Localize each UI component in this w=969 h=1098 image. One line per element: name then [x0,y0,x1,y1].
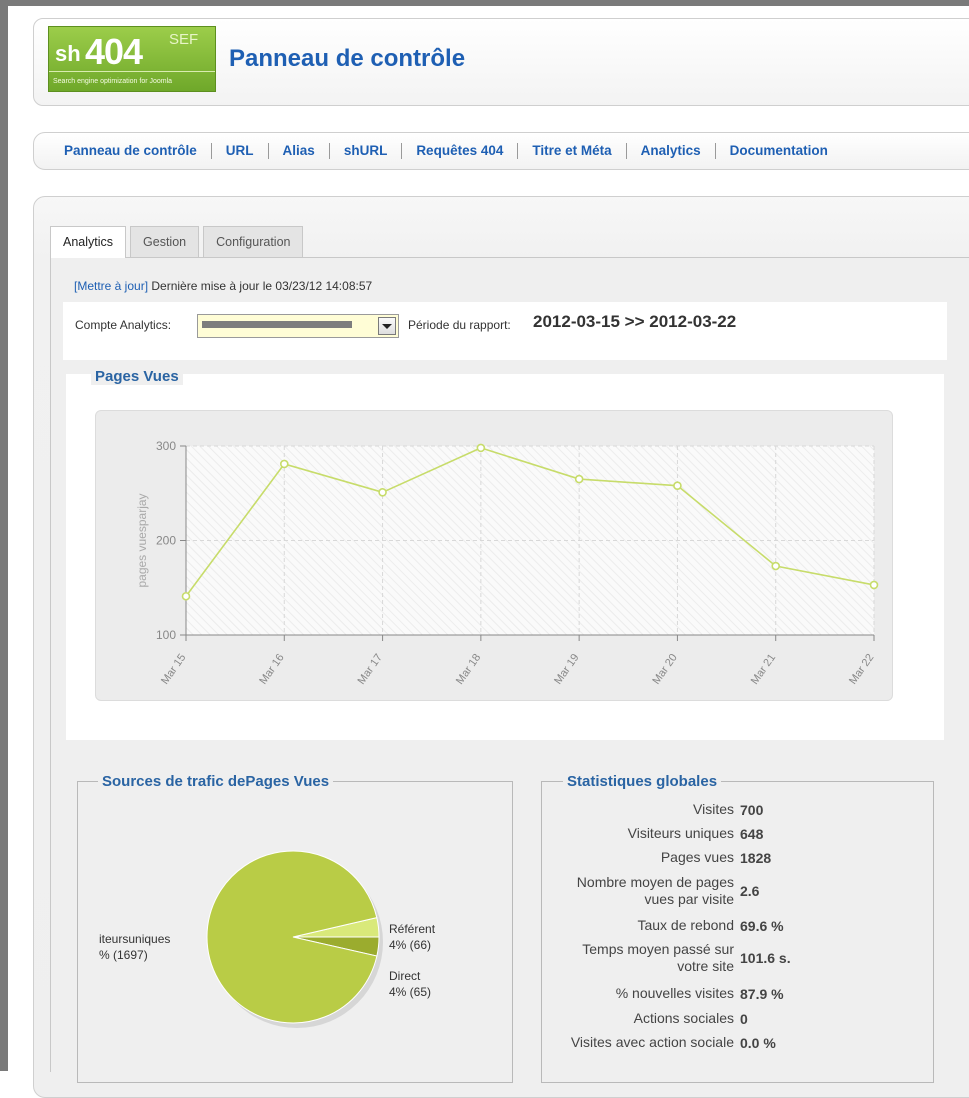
sh404sef-logo[interactable]: sh 404 SEF Search engine optimization fo… [48,26,216,92]
data-point [279,459,289,469]
logo-sef-text: SEF [169,31,199,48]
logo-sh-text: sh [55,41,81,66]
stat-row-avg-time: Temps moyen passé sur votre site 101.6 s… [556,941,916,975]
pie-label-referrer-value: 4% (66) [389,938,432,952]
stat-row-pageviews: Pages vues 1828 [556,849,916,866]
x-tick-label: Mar 19 [552,652,581,687]
y-tick-label: 200 [156,534,176,548]
stat-label: Actions sociales [633,1010,734,1026]
stat-value: 700 [740,801,764,818]
menu-item-control-panel[interactable]: Panneau de contrôle [50,143,212,159]
y-tick-label: 100 [156,628,176,642]
last-update-text: Dernière mise à jour le 03/23/12 14:08:5… [148,279,373,293]
pie-label-unique-visitors-name: iteursuniques [99,932,171,946]
stat-row-bounce-rate: Taux de rebond 69.6 % [556,917,916,934]
pageviews-title: Pages Vues [91,368,183,385]
menu-item-analytics[interactable]: Analytics [627,143,716,159]
pie-label-referrer: Référent 4% (66) [389,921,435,953]
stat-value: 0.0 % [740,1034,776,1051]
pie-label-direct-name: Direct [389,969,421,983]
stat-row-social-visits: Visites avec action sociale 0.0 % [556,1034,916,1051]
x-tick-label: Mar 20 [650,652,679,687]
x-tick-label: Mar 22 [847,652,876,687]
pie-label-direct-value: 4% (65) [389,985,432,999]
data-point [869,580,879,590]
data-point [574,474,584,484]
stat-value: 69.6 % [740,917,784,934]
stat-label: Temps moyen passé sur votre site [582,941,734,974]
logo-divider [49,71,215,72]
data-point [476,443,486,453]
menu-item-404-requests[interactable]: Requêtes 404 [402,143,519,159]
stat-label: Visites [693,801,734,817]
pageviews-line-chart: 100 200 300 Mar 15 Mar 16 Mar 17 Mar 18 Mar 19 M… [135,439,879,687]
traffic-sources-title: Sources de trafic dePages Vues [98,773,334,790]
last-update-line: [Mettre à jour] Dernière mise à jour le … [74,279,372,293]
pie-label-referrer-name: Référent [389,922,436,936]
y-axis-label: pages vuesparjay [135,493,149,587]
stat-label: Nombre moyen de pages vues par visite [576,874,734,907]
tab-configuration[interactable]: Configuration [203,226,304,257]
period-label: Période du rapport: [408,318,511,332]
main-menu: Panneau de contrôle URL Alias shURL Requ… [50,143,842,159]
account-label: Compte Analytics: [75,318,172,332]
chevron-down-icon [382,324,392,329]
tab-gestion[interactable]: Gestion [130,226,200,257]
stat-row-new-visits: % nouvelles visites 87.9 % [556,985,916,1002]
stat-row-social-actions: Actions sociales 0 [556,1010,916,1027]
global-stats-title: Statistiques globales [563,773,722,790]
data-point [771,561,781,571]
logo-tagline: Search engine optimization for Joomla [53,78,173,85]
window-frame-left [0,0,8,1071]
x-tick-label: Mar 15 [159,652,188,687]
pie-label-unique-visitors-value: % (1697) [99,948,148,962]
data-point [181,591,191,601]
stat-row-pages-per-visit: Nombre moyen de pages vues par visite 2.… [556,874,916,908]
menu-item-documentation[interactable]: Documentation [716,143,842,159]
stat-label: Visites avec action sociale [570,1034,734,1050]
traffic-pie-chart [206,850,383,1028]
data-point [378,488,387,497]
pie-label-unique-visitors: iteursuniques % (1697) [99,931,170,963]
stat-row-visits: Visites 700 [556,801,916,818]
refresh-link[interactable]: [Mettre à jour] [74,279,148,293]
stat-value: 101.6 s. [740,950,791,966]
menu-item-title-meta[interactable]: Titre et Méta [518,143,627,159]
x-tick-label: Mar 16 [257,652,286,687]
x-tick-label: Mar 21 [749,652,778,687]
logo-404-text: 404 [85,31,143,72]
stat-value: 2.6 [740,883,760,899]
tab-analytics[interactable]: Analytics [50,226,127,258]
menu-item-url[interactable]: URL [212,143,269,159]
data-point [673,481,682,490]
menu-item-shurl[interactable]: shURL [330,143,403,159]
account-select[interactable] [197,314,399,338]
x-tick-label: Mar 18 [454,652,483,687]
dropdown-button[interactable] [378,317,396,335]
y-tick-label: 300 [156,439,176,453]
menu-item-alias[interactable]: Alias [269,143,330,159]
stat-value: 648 [740,825,764,842]
stat-label: Visiteurs uniques [627,825,734,841]
period-value: 2012-03-15 >> 2012-03-22 [533,312,737,331]
stat-label: Pages vues [660,849,734,865]
stat-label: Taux de rebond [637,917,734,933]
page-title: Panneau de contrôle [229,45,466,72]
pageviews-chart-frame: 100 200 300 Mar 15 Mar 16 Mar 17 Mar 18 Mar 19 M… [95,410,893,701]
stat-value: 87.9 % [740,985,784,1002]
x-tick-label: Mar 17 [356,652,385,687]
stat-value: 1828 [740,849,772,866]
stat-row-unique-visitors: Visiteurs uniques 648 [556,825,916,842]
stat-label: % nouvelles visites [615,985,734,1001]
tab-bar: Analytics Gestion Configuration [50,226,307,258]
pie-label-direct: Direct 4% (65) [389,968,431,1000]
stat-value: 0 [740,1010,748,1027]
account-value-redacted [202,321,352,328]
